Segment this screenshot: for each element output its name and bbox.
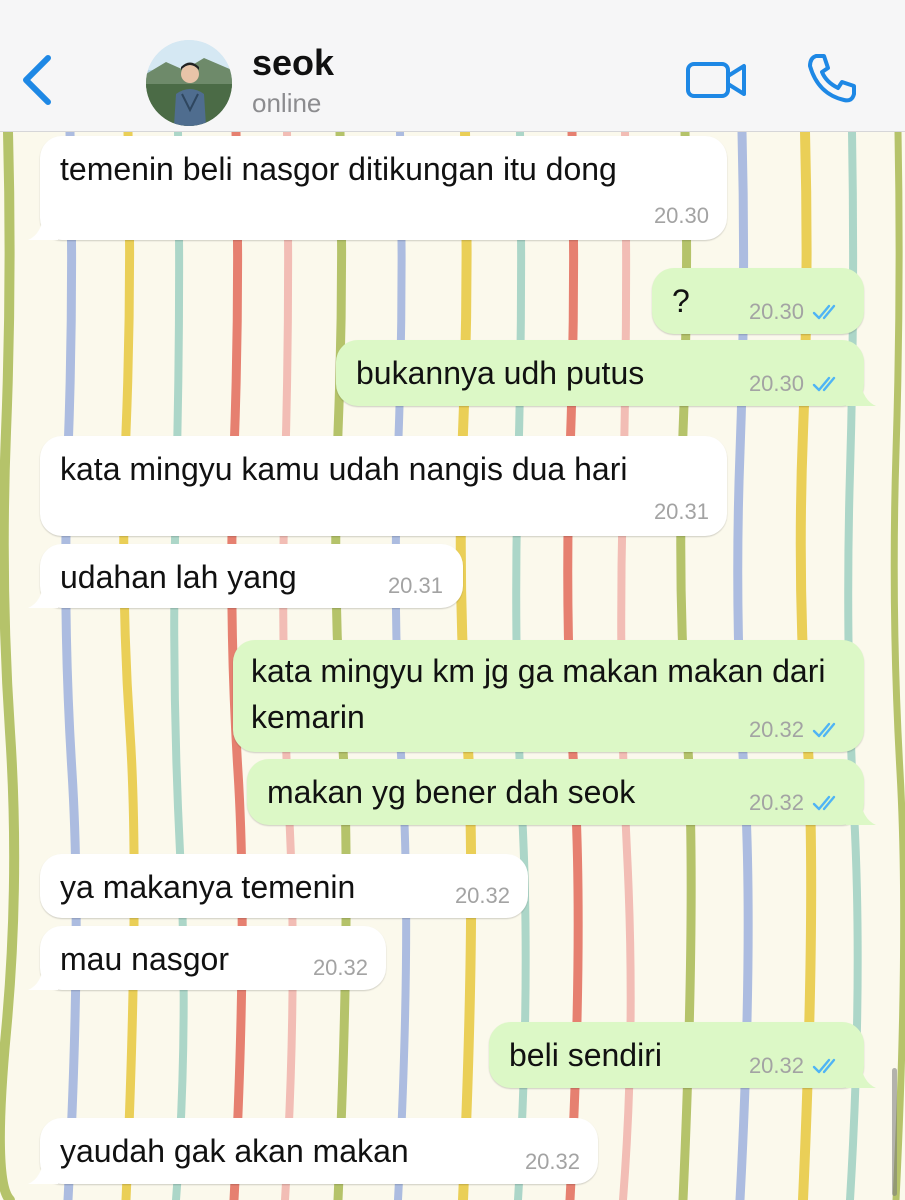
message-time: 20.32 bbox=[524, 1149, 580, 1174]
scrollbar[interactable] bbox=[892, 1068, 897, 1196]
message-list[interactable]: temenin beli nasgor ditikungan itu dong … bbox=[0, 132, 905, 1200]
bubble-tail bbox=[28, 1156, 58, 1184]
bubble-tail bbox=[846, 797, 876, 825]
double-check-icon bbox=[812, 795, 836, 811]
contact-status: online bbox=[252, 88, 322, 118]
video-camera-icon bbox=[686, 62, 746, 98]
avatar[interactable] bbox=[146, 40, 232, 126]
message-time: 20.30 bbox=[748, 371, 804, 396]
voice-call-button[interactable] bbox=[804, 50, 860, 106]
message-text: ya makanya temenin bbox=[60, 869, 356, 905]
message-bubble-incoming[interactable]: mau nasgor 20.32 bbox=[28, 926, 386, 990]
message-bubble-outgoing[interactable]: beli sendiri 20.32 bbox=[489, 1022, 876, 1088]
message-text: makan yg bener dah seok bbox=[267, 774, 636, 810]
message-time: 20.30 bbox=[748, 299, 804, 324]
double-check-icon bbox=[812, 304, 836, 320]
message-time: 20.30 bbox=[653, 203, 709, 228]
message-text: bukannya udh putus bbox=[356, 355, 645, 391]
video-call-button[interactable] bbox=[684, 56, 748, 104]
double-check-icon bbox=[812, 722, 836, 738]
bubble-tail bbox=[28, 580, 58, 608]
bubble-tail bbox=[28, 962, 58, 990]
message-text: temenin beli nasgor ditikungan itu dong bbox=[60, 151, 617, 187]
message-bubble-outgoing[interactable]: makan yg bener dah seok 20.32 bbox=[247, 759, 876, 825]
message-text: kata mingyu kamu udah nangis dua hari bbox=[60, 451, 628, 487]
message-text: ? bbox=[672, 283, 690, 319]
bubble-tail bbox=[846, 378, 876, 406]
double-check-icon bbox=[812, 376, 836, 392]
avatar-photo bbox=[146, 40, 232, 126]
message-time: 20.32 bbox=[748, 1053, 804, 1078]
bubble-tail bbox=[846, 1060, 876, 1088]
phone-icon bbox=[808, 54, 856, 103]
message-bubble-incoming[interactable]: kata mingyu kamu udah nangis dua hari 20… bbox=[40, 436, 727, 536]
message-text: beli sendiri bbox=[509, 1037, 662, 1073]
message-time: 20.32 bbox=[748, 717, 804, 742]
message-text: udahan lah yang bbox=[60, 559, 297, 595]
message-time: 20.32 bbox=[454, 883, 510, 908]
message-bubble-incoming[interactable]: udahan lah yang 20.31 bbox=[28, 544, 463, 608]
chevron-left-icon bbox=[23, 55, 51, 105]
message-bubble-outgoing[interactable]: kata mingyu km jg ga makan makan dari ke… bbox=[233, 640, 864, 752]
message-time: 20.31 bbox=[387, 573, 443, 598]
message-bubble-outgoing[interactable]: ? 20.30 bbox=[652, 268, 864, 334]
message-time: 20.32 bbox=[312, 955, 368, 980]
message-bubble-incoming[interactable]: temenin beli nasgor ditikungan itu dong … bbox=[28, 136, 727, 240]
message-time: 20.31 bbox=[653, 499, 709, 524]
double-check-icon bbox=[812, 1058, 836, 1074]
message-bubble-incoming[interactable]: ya makanya temenin 20.32 bbox=[40, 854, 528, 918]
message-text: mau nasgor bbox=[60, 941, 229, 977]
back-button[interactable] bbox=[14, 48, 62, 112]
chat-header: seok online bbox=[0, 0, 905, 132]
message-bubble-incoming[interactable]: yaudah gak akan makan 20.32 bbox=[28, 1118, 598, 1184]
message-time: 20.32 bbox=[748, 790, 804, 815]
message-text: yaudah gak akan makan bbox=[60, 1133, 409, 1169]
message-bubble-outgoing[interactable]: bukannya udh putus 20.30 bbox=[336, 340, 876, 406]
contact-name[interactable]: seok bbox=[252, 42, 334, 84]
bubble-tail bbox=[28, 212, 58, 240]
